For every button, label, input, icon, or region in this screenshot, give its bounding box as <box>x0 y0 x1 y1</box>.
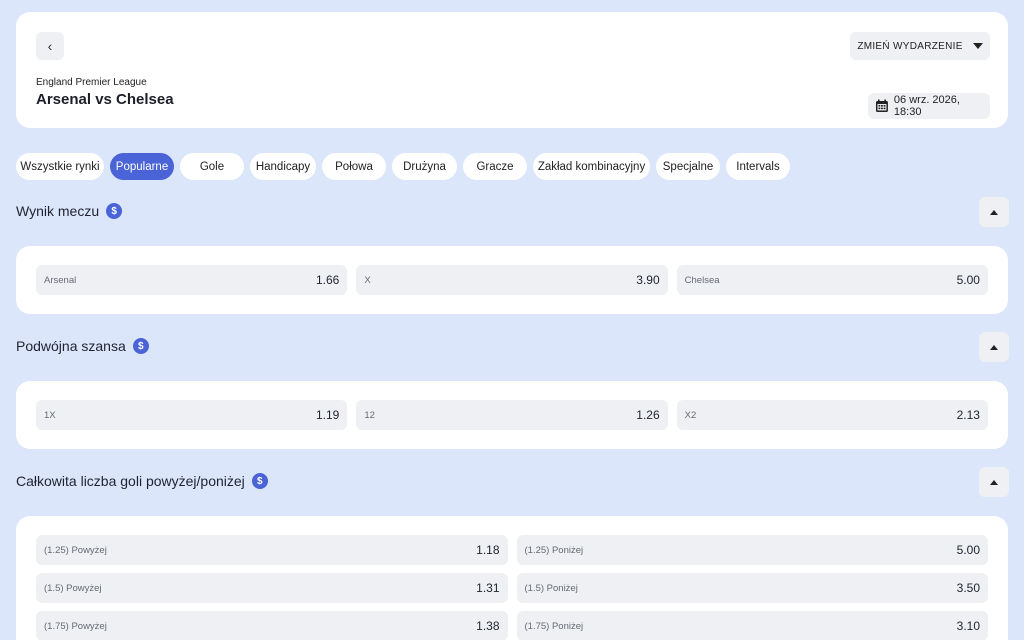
dollar-icon: $ <box>132 338 149 354</box>
odd-button[interactable]: 1X 1.19 <box>36 400 348 430</box>
tab-players[interactable]: Gracze <box>463 153 527 180</box>
tab-specials[interactable]: Specjalne <box>656 153 720 180</box>
dollar-icon: $ <box>251 473 268 489</box>
odd-button[interactable]: X2 2.13 <box>676 400 988 430</box>
odd-value: 1.18 <box>476 543 500 557</box>
caret-down-icon <box>972 43 983 49</box>
odd-label: (1.5) Poniżej <box>524 582 578 594</box>
market-title-text: Wynik meczu <box>16 203 100 219</box>
odd-button[interactable]: (1.25) Poniżej 5.00 <box>516 535 988 565</box>
back-button[interactable]: ‹ <box>36 32 64 60</box>
odd-label: X <box>364 274 371 286</box>
odd-button[interactable]: (1.5) Powyżej 1.31 <box>36 573 508 603</box>
event-header: ‹ ZMIEŃ WYDARZENIE England Premier Leagu… <box>16 12 1008 128</box>
tab-bet-builder[interactable]: Zakład kombinacyjny <box>533 153 650 180</box>
event-date: 06 wrz. 2026, 18:30 <box>868 93 990 119</box>
odd-value: 3.50 <box>956 581 980 595</box>
odd-button[interactable]: X 3.90 <box>356 265 668 295</box>
odd-label: 12 <box>364 409 375 421</box>
change-event-label: ZMIEŃ WYDARZENIE <box>857 40 963 52</box>
odd-label: (1.5) Powyżej <box>44 582 102 594</box>
odd-value: 5.00 <box>956 273 980 287</box>
odd-button[interactable]: Chelsea 5.00 <box>676 265 988 295</box>
caret-up-icon <box>990 209 998 215</box>
market-title-text: Całkowita liczba goli powyżej/poniżej <box>16 473 245 489</box>
odd-button[interactable]: (1.75) Powyżej 1.38 <box>36 611 508 640</box>
collapse-total-goals-button[interactable] <box>979 467 1009 497</box>
tab-intervals[interactable]: Intervals <box>726 153 790 180</box>
market-card-double-chance: 1X 1.19 12 1.26 X2 2.13 <box>16 381 1008 449</box>
odd-value: 3.90 <box>636 273 660 287</box>
collapse-match-result-button[interactable] <box>979 197 1009 227</box>
event-date-text: 06 wrz. 2026, 18:30 <box>893 94 960 118</box>
odd-value: 1.19 <box>315 408 340 422</box>
collapse-double-chance-button[interactable] <box>979 332 1009 362</box>
caret-up-icon <box>990 479 998 485</box>
market-title-text: Podwójna szansa <box>16 338 126 354</box>
tab-team[interactable]: Drużyna <box>392 153 457 180</box>
tab-half[interactable]: Połowa <box>322 153 386 180</box>
odd-label: X2 <box>684 409 697 421</box>
calendar-icon <box>875 99 888 112</box>
odd-value: 1.31 <box>476 581 500 595</box>
odd-label: (1.75) Poniżej <box>524 620 584 632</box>
chevron-left-icon: ‹ <box>47 38 53 54</box>
odd-label: (1.25) Poniżej <box>524 544 584 556</box>
odd-button[interactable]: 12 1.26 <box>356 400 668 430</box>
market-card-match-result: Arsenal 1.66 X 3.90 Chelsea 5.00 <box>16 246 1008 314</box>
odd-value: 1.26 <box>636 408 660 422</box>
odd-button[interactable]: Arsenal 1.66 <box>36 265 348 295</box>
tab-goals[interactable]: Gole <box>180 153 244 180</box>
odd-value: 3.10 <box>956 619 980 633</box>
odd-button[interactable]: (1.5) Poniżej 3.50 <box>516 573 988 603</box>
odd-label: Chelsea <box>684 274 720 286</box>
market-tabs: Wszystkie rynki Popularne Gole Handicapy… <box>16 153 790 180</box>
odd-button[interactable]: (1.25) Powyżej 1.18 <box>36 535 508 565</box>
caret-up-icon <box>990 344 998 350</box>
tab-handicaps[interactable]: Handicapy <box>250 153 316 180</box>
match-title: Arsenal vs Chelsea <box>36 91 174 108</box>
odd-label: (1.75) Powyżej <box>44 620 107 632</box>
odd-value: 5.00 <box>956 543 980 557</box>
market-title-double-chance: Podwójna szansa $ <box>16 338 149 354</box>
dollar-icon: $ <box>106 203 123 219</box>
market-title-total-goals: Całkowita liczba goli powyżej/poniżej $ <box>16 473 268 489</box>
market-title-match-result: Wynik meczu $ <box>16 203 123 219</box>
tab-all-markets[interactable]: Wszystkie rynki <box>16 153 104 180</box>
odd-value: 1.66 <box>315 273 340 287</box>
odd-value: 2.13 <box>956 408 980 422</box>
odd-value: 1.38 <box>476 619 500 633</box>
odd-label: 1X <box>44 409 56 421</box>
odd-label: (1.25) Powyżej <box>44 544 107 556</box>
tab-popular[interactable]: Popularne <box>110 153 174 180</box>
change-event-button[interactable]: ZMIEŃ WYDARZENIE <box>850 32 990 60</box>
odd-label: Arsenal <box>44 274 77 286</box>
league-name: England Premier League <box>36 77 147 88</box>
market-card-total-goals: (1.25) Powyżej 1.18 (1.25) Poniżej 5.00 … <box>16 516 1008 640</box>
odd-button[interactable]: (1.75) Poniżej 3.10 <box>516 611 988 640</box>
